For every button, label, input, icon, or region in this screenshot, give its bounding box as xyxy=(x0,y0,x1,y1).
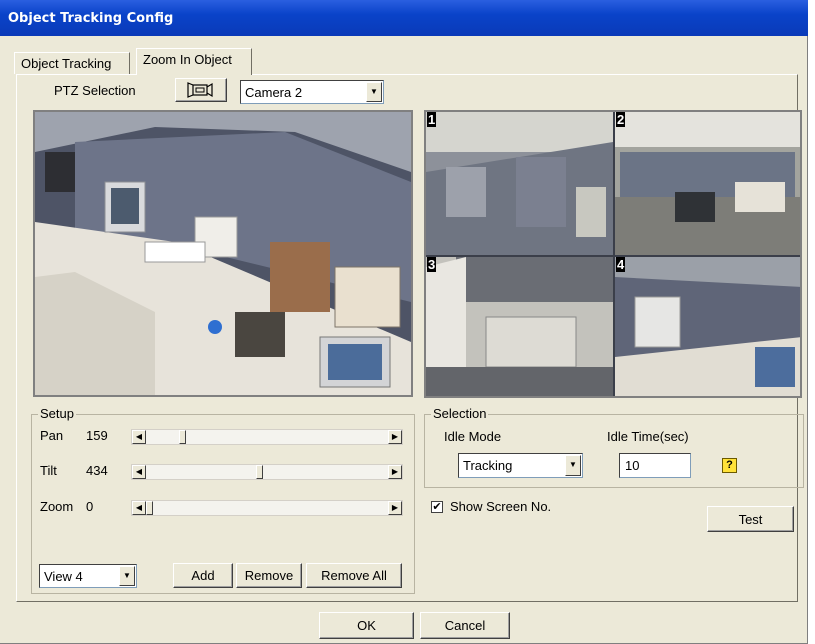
pan-slider[interactable]: ◀ ▶ xyxy=(131,429,403,445)
tilt-slider[interactable]: ◀ ▶ xyxy=(131,464,403,480)
chevron-down-icon[interactable]: ▼ xyxy=(119,566,135,586)
tab-object-tracking[interactable]: Object Tracking xyxy=(14,52,130,74)
office-scene-image xyxy=(615,112,800,255)
right-arrow-icon[interactable]: ▶ xyxy=(388,501,402,515)
screen-number: 1 xyxy=(427,112,437,127)
setup-group-title: Setup xyxy=(38,406,76,421)
view-select[interactable]: View 4 ▼ xyxy=(39,564,137,588)
tilt-label: Tilt xyxy=(40,463,57,478)
zoom-slider-thumb[interactable] xyxy=(146,501,153,515)
show-screen-no-label: Show Screen No. xyxy=(450,499,552,514)
ptz-selection-label: PTZ Selection xyxy=(54,83,136,98)
test-button[interactable]: Test xyxy=(707,506,794,532)
camera-select-value: Camera 2 xyxy=(245,85,303,100)
camera-cell-2[interactable]: 2 xyxy=(615,112,800,255)
pan-value: 159 xyxy=(86,428,108,443)
remove-button[interactable]: Remove xyxy=(236,563,302,588)
help-icon[interactable]: ? xyxy=(722,458,737,473)
pan-slider-thumb[interactable] xyxy=(179,430,186,444)
zoom-label: Zoom xyxy=(40,499,74,514)
left-arrow-icon[interactable]: ◀ xyxy=(132,501,146,515)
idle-time-value: 10 xyxy=(625,458,640,473)
screen-number: 3 xyxy=(427,257,437,272)
help-glyph: ? xyxy=(726,459,733,471)
screen-number: 4 xyxy=(616,257,626,272)
idle-time-label: Idle Time(sec) xyxy=(607,429,689,444)
ptz-camera-icon xyxy=(187,82,213,98)
selection-group-title: Selection xyxy=(431,406,489,421)
office-scene-image xyxy=(426,257,613,396)
remove-all-button[interactable]: Remove All xyxy=(306,563,402,588)
right-arrow-icon[interactable]: ▶ xyxy=(388,465,402,479)
screen-number: 2 xyxy=(616,112,626,127)
camera-cell-1[interactable]: 1 xyxy=(426,112,613,255)
left-arrow-icon[interactable]: ◀ xyxy=(132,430,146,444)
show-screen-no-checkbox[interactable]: ✔ xyxy=(431,501,443,513)
camera-select[interactable]: Camera 2 ▼ xyxy=(240,80,384,104)
tilt-value: 434 xyxy=(86,463,108,478)
chevron-down-icon[interactable]: ▼ xyxy=(366,82,382,102)
cancel-button[interactable]: Cancel xyxy=(420,612,510,639)
quad-camera-view: 1 2 3 4 xyxy=(424,110,802,398)
camera-cell-3[interactable]: 3 xyxy=(426,257,613,396)
add-button[interactable]: Add xyxy=(173,563,233,588)
idle-mode-select[interactable]: Tracking ▼ xyxy=(458,453,583,478)
main-camera-view xyxy=(33,110,413,397)
right-arrow-icon[interactable]: ▶ xyxy=(388,430,402,444)
office-scene-image xyxy=(426,112,613,255)
tab-label: Object Tracking xyxy=(21,56,112,71)
ok-button[interactable]: OK xyxy=(319,612,414,639)
tab-label: Zoom In Object xyxy=(143,52,232,67)
idle-mode-value: Tracking xyxy=(463,458,513,473)
title-bar[interactable]: Object Tracking Config xyxy=(0,0,808,36)
window-title: Object Tracking Config xyxy=(8,11,174,26)
ptz-button[interactable] xyxy=(175,78,227,102)
tilt-slider-thumb[interactable] xyxy=(256,465,263,479)
office-scene-image xyxy=(615,257,800,396)
idle-mode-label: Idle Mode xyxy=(444,429,502,444)
pan-label: Pan xyxy=(40,428,64,443)
left-arrow-icon[interactable]: ◀ xyxy=(132,465,146,479)
chevron-down-icon[interactable]: ▼ xyxy=(565,455,581,476)
idle-time-input[interactable]: 10 xyxy=(619,453,691,478)
zoom-slider[interactable]: ◀ ▶ xyxy=(131,500,403,516)
office-scene-image xyxy=(35,112,411,395)
view-select-value: View 4 xyxy=(44,569,83,584)
camera-cell-4[interactable]: 4 xyxy=(615,257,800,396)
check-icon: ✔ xyxy=(432,501,442,513)
zoom-value: 0 xyxy=(86,499,94,514)
tab-zoom-in-object[interactable]: Zoom In Object xyxy=(136,48,252,75)
dialog-window: Object Tracking Config Object Tracking Z… xyxy=(0,0,808,644)
